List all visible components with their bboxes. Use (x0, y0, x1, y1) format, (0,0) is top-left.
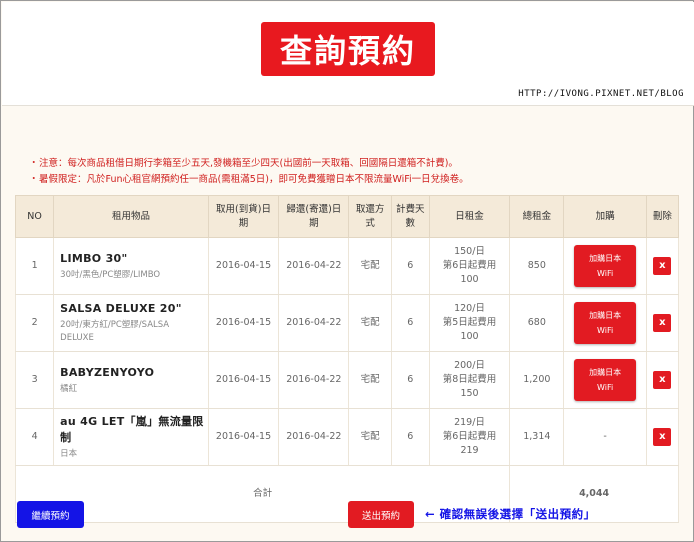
row-addon: 加購日本 WiFi (563, 351, 647, 409)
row-method: 宅配 (348, 294, 392, 352)
col-no: NO (14, 195, 55, 238)
row-delete: x (645, 294, 680, 352)
item-name: BABYZENYOYO (60, 365, 155, 379)
add-wifi-button[interactable]: 加購日本 WiFi (574, 302, 637, 344)
delete-button[interactable]: x (653, 257, 672, 275)
row-item: BABYZENYOYO 橘紅 (53, 351, 209, 409)
page-frame: 查詢預約 HTTP://IVONG.PIXNET.NET/BLOG ・注意：每次… (0, 0, 694, 542)
blog-watermark: HTTP://IVONG.PIXNET.NET/BLOG (518, 89, 684, 99)
notice-bullet: ・ (29, 158, 39, 169)
table-row: 2 SALSA DELUXE 20" 20吋/東方紅/PC塑膠/SALSA DE… (14, 294, 680, 352)
row-delete: x (645, 237, 680, 295)
row-pickup-date: 2016-04-15 (207, 294, 280, 352)
add-wifi-button[interactable]: 加購日本 WiFi (574, 245, 637, 287)
row-addon: 加購日本 WiFi (563, 237, 647, 295)
row-days: 6 (390, 351, 430, 409)
row-days: 6 (390, 408, 430, 466)
row-method: 宅配 (348, 237, 392, 295)
row-item: LIMBO 30" 30吋/黑色/PC塑膠/LIMBO (53, 237, 209, 295)
col-method: 取還方式 (348, 195, 392, 238)
row-total: 1,314 (509, 408, 565, 466)
row-daily-rate: 120/日 第5日起費用 100 (428, 294, 511, 352)
row-days: 6 (390, 294, 430, 352)
row-no: 2 (14, 294, 55, 352)
item-name: au 4G LET「嵐」無流量限制 (60, 414, 204, 444)
row-method: 宅配 (348, 408, 392, 466)
row-item: au 4G LET「嵐」無流量限制 日本 (53, 408, 209, 466)
item-desc: 日本 (60, 448, 78, 459)
row-daily-rate: 219/日 第6日起費用 219 (428, 408, 511, 466)
reservation-table: NO 租用物品 取用(到貨)日期 歸還(寄還)日期 取還方式 計費天數 日租金 … (14, 195, 680, 523)
instruction-annotation: ← 確認無誤後選擇「送出預約」 (425, 507, 596, 521)
row-pickup-date: 2016-04-15 (207, 237, 280, 295)
row-total: 850 (509, 237, 565, 295)
col-pickup: 取用(到貨)日期 (207, 195, 280, 238)
notice-line: ・注意：每次商品租借日期行李箱至少五天,發機箱至少四天(出國前一天取箱、回國隔日… (29, 156, 469, 172)
row-delete: x (645, 351, 680, 409)
row-method: 宅配 (348, 351, 392, 409)
continue-reservation-button[interactable]: 繼續預約 (17, 501, 84, 528)
row-return-date: 2016-04-22 (278, 237, 350, 295)
header-band: 查詢預約 HTTP://IVONG.PIXNET.NET/BLOG (2, 2, 694, 106)
col-days: 計費天數 (390, 195, 430, 238)
col-addon: 加購 (563, 195, 647, 238)
item-name: LIMBO 30" (60, 251, 128, 265)
notice-block: ・注意：每次商品租借日期行李箱至少五天,發機箱至少四天(出國前一天取箱、回國隔日… (29, 156, 469, 188)
row-days: 6 (390, 237, 430, 295)
add-wifi-button[interactable]: 加購日本 WiFi (574, 359, 637, 401)
row-no: 1 (14, 237, 55, 295)
item-desc: 20吋/東方紅/PC塑膠/SALSA DELUXE (60, 320, 170, 343)
submit-reservation-button[interactable]: 送出預約 (348, 501, 414, 528)
table-row: 4 au 4G LET「嵐」無流量限制 日本 2016-04-15 2016-0… (14, 408, 680, 466)
row-return-date: 2016-04-22 (278, 294, 350, 352)
row-daily-rate: 200/日 第8日起費用 150 (428, 351, 511, 409)
row-addon: - (563, 408, 647, 466)
item-desc: 30吋/黑色/PC塑膠/LIMBO (60, 269, 161, 280)
delete-button[interactable]: x (653, 371, 672, 389)
row-total: 1,200 (509, 351, 565, 409)
col-return: 歸還(寄還)日期 (278, 195, 350, 238)
notice-bullet: ・ (29, 174, 39, 185)
table-row: 3 BABYZENYOYO 橘紅 2016-04-15 2016-04-22 宅… (14, 351, 680, 409)
row-total: 680 (509, 294, 565, 352)
item-desc: 橘紅 (60, 383, 78, 394)
row-item: SALSA DELUXE 20" 20吋/東方紅/PC塑膠/SALSA DELU… (53, 294, 209, 352)
notice-line: ・暑假限定：凡於Fun心租官網預約任一商品(需租滿5日)，即可免費獲贈日本不限流… (29, 172, 469, 188)
table-row: 1 LIMBO 30" 30吋/黑色/PC塑膠/LIMBO 2016-04-15… (14, 237, 680, 295)
row-daily-rate: 150/日 第6日起費用 100 (428, 237, 511, 295)
row-no: 3 (14, 351, 55, 409)
page-title: 查詢預約 (261, 22, 435, 76)
row-pickup-date: 2016-04-15 (207, 351, 280, 409)
row-delete: x (645, 408, 680, 466)
col-total: 總租金 (509, 195, 565, 238)
col-daily-rate: 日租金 (428, 195, 511, 238)
delete-button[interactable]: x (653, 314, 672, 332)
table-header-row: NO 租用物品 取用(到貨)日期 歸還(寄還)日期 取還方式 計費天數 日租金 … (14, 195, 680, 238)
row-return-date: 2016-04-22 (278, 351, 350, 409)
row-addon: 加購日本 WiFi (563, 294, 647, 352)
col-item: 租用物品 (53, 195, 209, 238)
row-return-date: 2016-04-22 (278, 408, 350, 466)
row-pickup-date: 2016-04-15 (207, 408, 280, 466)
item-name: SALSA DELUXE 20" (60, 302, 182, 315)
row-no: 4 (14, 408, 55, 466)
delete-button[interactable]: x (653, 428, 672, 446)
col-delete: 刪除 (645, 195, 680, 238)
